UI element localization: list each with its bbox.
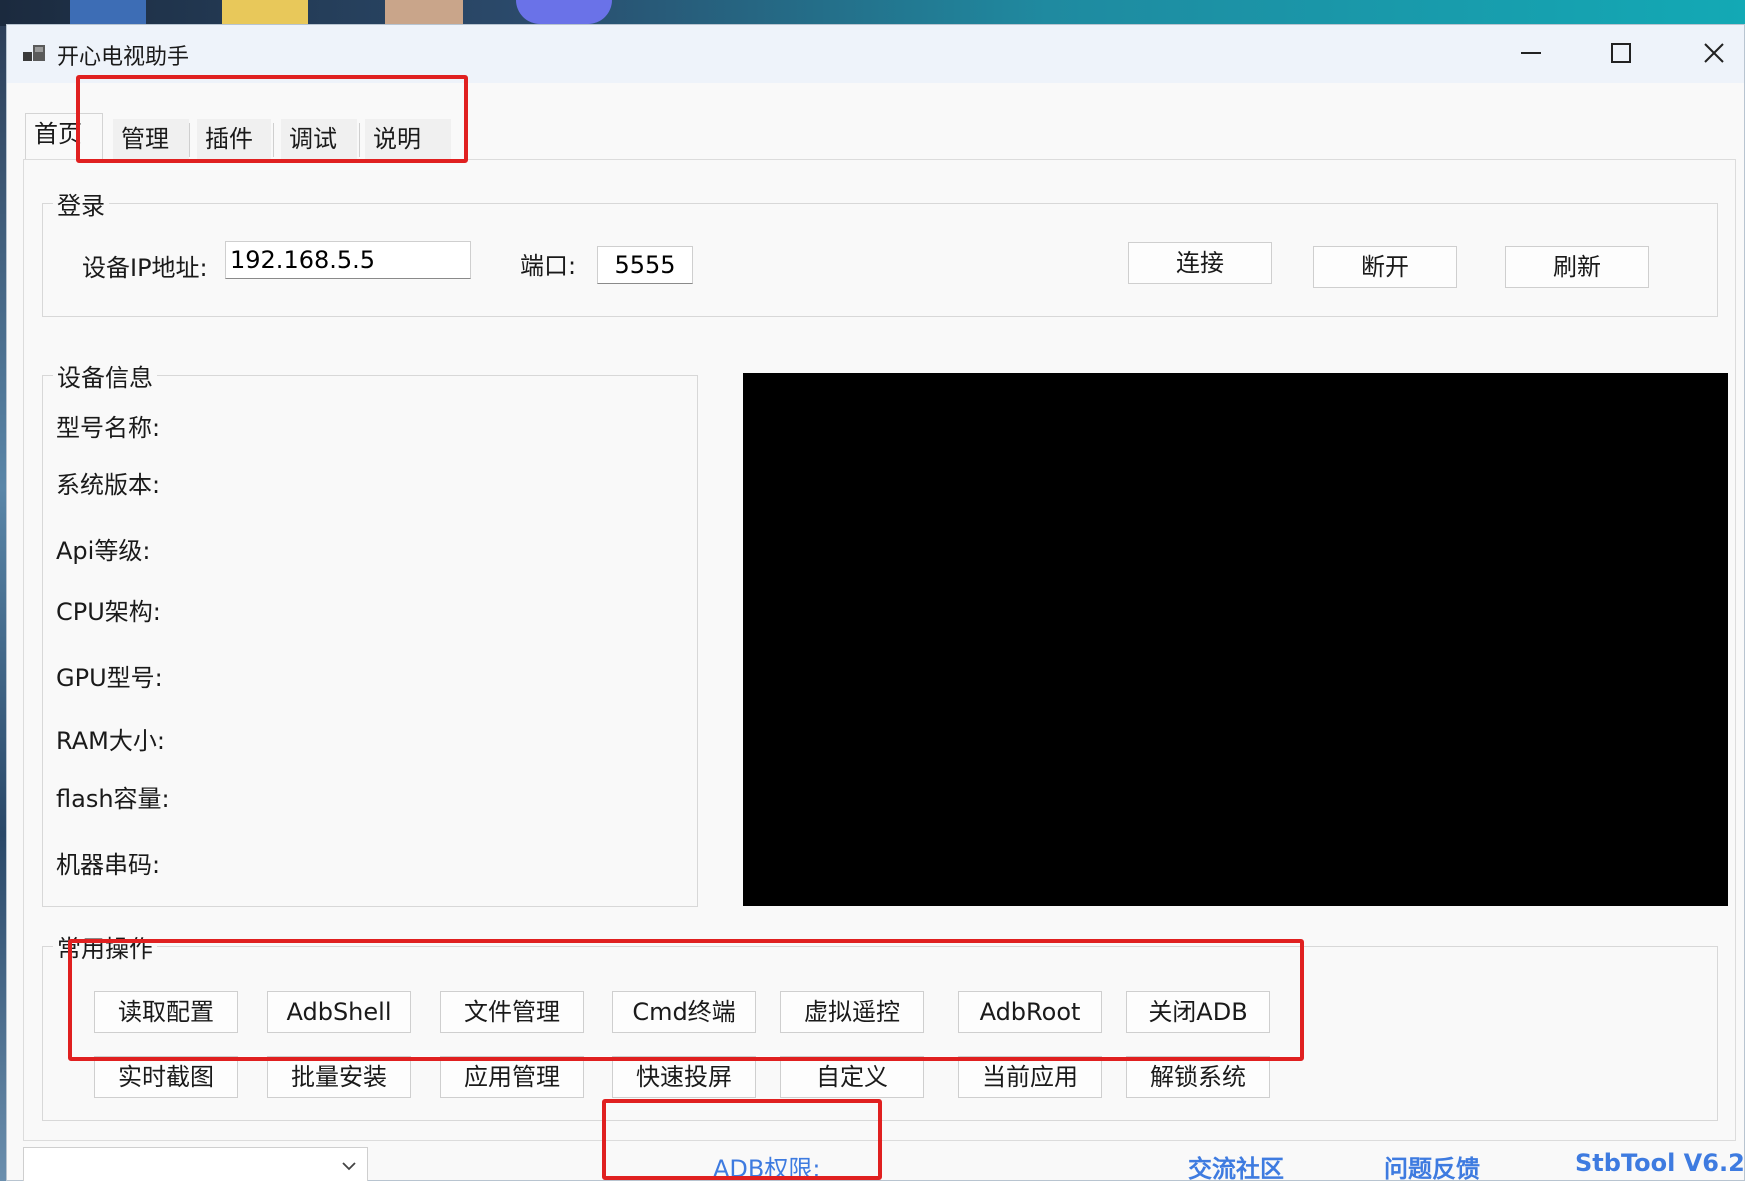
screenshot-button[interactable]: 实时截图 (94, 1056, 238, 1098)
close-adb-button[interactable]: 关闭ADB (1126, 991, 1270, 1033)
gpu-model-label: GPU型号: (56, 664, 163, 692)
ip-input[interactable] (225, 241, 471, 279)
serial-number-label: 机器串码: (56, 851, 161, 879)
unlock-system-button[interactable]: 解锁系统 (1126, 1056, 1270, 1098)
desktop-taskbar-strip (0, 0, 1745, 26)
virtual-remote-button[interactable]: 虚拟遥控 (780, 991, 924, 1033)
status-bar: ADB权限: 交流社区 问题反馈 StbTool V6.2 (23, 1141, 1745, 1181)
tab-separator (189, 123, 190, 157)
operations-group: 常用操作 读取配置 AdbShell 文件管理 Cmd终端 虚拟遥控 AdbRo… (42, 929, 1718, 1121)
api-level-label: Api等级: (56, 537, 151, 565)
device-info-title: 设备信息 (53, 358, 157, 393)
app-manager-button[interactable]: 应用管理 (440, 1056, 584, 1098)
port-input[interactable] (597, 246, 693, 284)
refresh-button[interactable]: 刷新 (1505, 246, 1649, 288)
ram-size-label: RAM大小: (56, 727, 165, 755)
connect-button[interactable]: 连接 (1128, 242, 1272, 284)
tab-separator (273, 123, 274, 157)
tab-content-home: 登录 设备IP地址: 端口: 连接 断开 刷新 设备信息 型号名称: 系统版本:… (23, 159, 1736, 1141)
tab-help[interactable]: 说明 (365, 119, 451, 159)
maximize-button[interactable] (1593, 35, 1649, 71)
operations-group-title: 常用操作 (53, 929, 157, 964)
device-info-group: 设备信息 型号名称: 系统版本: Api等级: CPU架构: GPU型号: RA… (42, 358, 698, 907)
tab-plugins[interactable]: 插件 (197, 119, 271, 159)
app-icon (23, 45, 45, 61)
adbroot-button[interactable]: AdbRoot (958, 991, 1102, 1033)
current-app-button[interactable]: 当前应用 (958, 1056, 1102, 1098)
minimize-icon (1521, 52, 1541, 54)
version-label: StbTool V6.2 (1575, 1149, 1745, 1177)
desktop-thumbnail (70, 0, 146, 24)
close-icon (1704, 43, 1724, 63)
tab-home[interactable]: 首页 (25, 113, 103, 161)
title-bar: 开心电视助手 (7, 25, 1744, 83)
screen-preview[interactable] (743, 373, 1728, 906)
tab-manage[interactable]: 管理 (113, 119, 189, 159)
window-title: 开心电视助手 (57, 45, 190, 70)
file-manager-button[interactable]: 文件管理 (440, 991, 584, 1033)
custom-button[interactable]: 自定义 (780, 1056, 924, 1098)
tab-separator (359, 123, 360, 157)
desktop-thumbnail (385, 0, 463, 24)
model-name-label: 型号名称: (56, 414, 161, 442)
system-version-label: 系统版本: (56, 471, 161, 499)
device-select[interactable] (23, 1147, 368, 1181)
quick-cast-button[interactable]: 快速投屏 (612, 1056, 756, 1098)
desktop-thumbnail (516, 0, 612, 24)
ip-label: 设备IP地址: (82, 254, 208, 282)
chevron-down-icon (342, 1162, 356, 1171)
cpu-arch-label: CPU架构: (56, 598, 161, 626)
desktop-thumbnail (222, 0, 308, 24)
read-config-button[interactable]: 读取配置 (94, 991, 238, 1033)
login-group: 登录 设备IP地址: 端口: 连接 断开 刷新 (42, 186, 1718, 317)
disconnect-button[interactable]: 断开 (1313, 246, 1457, 288)
app-window: 开心电视助手 首页 管理 插件 调试 说明 登录 设备IP地址: 端口: 连接 (6, 24, 1745, 1181)
community-link[interactable]: 交流社区 (1188, 1149, 1284, 1181)
close-button[interactable] (1686, 35, 1742, 71)
adbshell-button[interactable]: AdbShell (267, 991, 411, 1033)
tab-debug[interactable]: 调试 (281, 119, 357, 159)
minimize-button[interactable] (1503, 35, 1559, 71)
maximize-icon (1611, 43, 1631, 63)
batch-install-button[interactable]: 批量安装 (267, 1056, 411, 1098)
login-group-title: 登录 (53, 186, 109, 221)
flash-capacity-label: flash容量: (56, 785, 170, 813)
feedback-link[interactable]: 问题反馈 (1384, 1149, 1480, 1181)
cmd-terminal-button[interactable]: Cmd终端 (612, 991, 756, 1033)
adb-permission-label: ADB权限: (713, 1155, 821, 1181)
port-label: 端口: (520, 252, 577, 280)
